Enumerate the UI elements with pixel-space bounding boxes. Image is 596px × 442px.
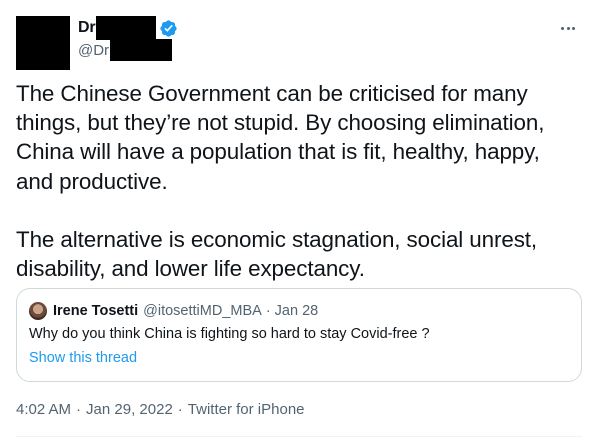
tweet: Dr @Dr The Chinese Government can be cri… bbox=[0, 0, 596, 442]
redaction-bar-handle bbox=[110, 39, 173, 61]
author-handle-row: @Dr bbox=[78, 39, 173, 61]
quoted-date: Jan 28 bbox=[274, 303, 319, 319]
tweet-source[interactable]: Twitter for iPhone bbox=[188, 401, 305, 418]
quoted-author-name: Irene Tosetti bbox=[53, 303, 139, 319]
quoted-author-handle: @itosettiMD_MBA bbox=[143, 303, 262, 319]
verified-badge-icon bbox=[160, 19, 178, 37]
tweet-metadata: 4:02 AM · Jan 29, 2022 · Twitter for iPh… bbox=[16, 399, 305, 419]
quoted-tweet-card[interactable]: Irene Tosetti @itosettiMD_MBA · Jan 28 W… bbox=[16, 288, 582, 382]
bottom-divider bbox=[16, 436, 582, 437]
author-avatar-redacted[interactable] bbox=[16, 16, 70, 70]
quoted-tweet-text: Why do you think China is fighting so ha… bbox=[29, 326, 430, 342]
author-handle[interactable]: @Dr bbox=[78, 42, 109, 59]
author-display-name[interactable]: Dr bbox=[78, 19, 96, 37]
more-options-icon[interactable] bbox=[556, 16, 580, 40]
show-thread-link[interactable]: Show this thread bbox=[29, 350, 137, 366]
tweet-text: The Chinese Government can be criticised… bbox=[16, 81, 545, 282]
meta-separator-2: · bbox=[177, 400, 183, 418]
quoted-separator: · bbox=[265, 303, 271, 319]
tweet-time[interactable]: 4:02 AM bbox=[16, 401, 71, 418]
author-name-row: Dr bbox=[78, 16, 178, 40]
quoted-author-avatar bbox=[29, 302, 47, 320]
quoted-tweet-header: Irene Tosetti @itosettiMD_MBA · Jan 28 bbox=[29, 301, 318, 321]
redaction-bar-name bbox=[96, 16, 157, 40]
tweet-date[interactable]: Jan 29, 2022 bbox=[86, 401, 173, 418]
meta-separator: · bbox=[76, 400, 82, 418]
